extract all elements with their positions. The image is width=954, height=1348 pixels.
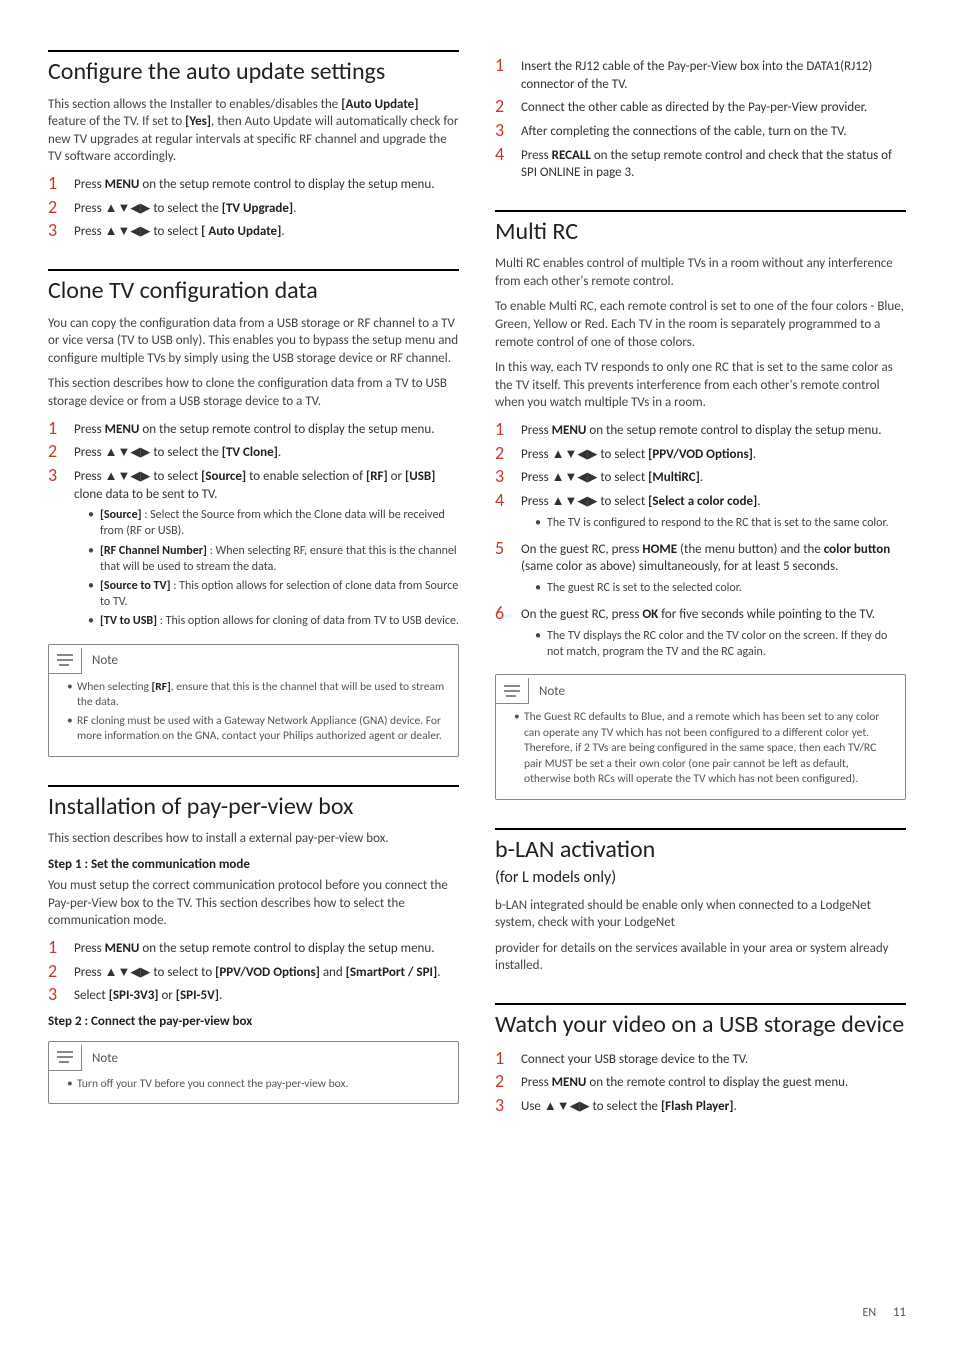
paragraph: You must setup the correct communication…: [48, 877, 459, 930]
step-text: Use ▲▼◀▶ to select the [Flash Player].: [521, 1096, 906, 1116]
paragraph: In this way, each TV responds to only on…: [495, 359, 906, 412]
section-blan: b-LAN activation (for L models only) b-L…: [495, 828, 906, 975]
step-number: 5: [495, 539, 511, 559]
step-number: 3: [495, 121, 511, 141]
step-number: 3: [48, 985, 64, 1005]
heading-auto-update: Configure the auto update settings: [48, 58, 459, 86]
step-number: 3: [495, 1096, 511, 1116]
paragraph: To enable Multi RC, each remote control …: [495, 298, 906, 351]
intro-auto-update: This section allows the Installer to ena…: [48, 96, 459, 166]
step-number: 2: [48, 198, 64, 218]
section-clone-tv: Clone TV configuration data You can copy…: [48, 269, 459, 756]
step-number: 2: [495, 1072, 511, 1092]
step-number: 2: [48, 442, 64, 462]
step-number: 3: [495, 467, 511, 487]
step-text: Press ▲▼◀▶ to select the [TV Upgrade].: [74, 198, 459, 218]
heading-blan: b-LAN activation: [495, 836, 906, 864]
step-text: Press MENU on the setup remote control t…: [74, 419, 459, 439]
step-number: 2: [495, 444, 511, 464]
step-text: Press RECALL on the setup remote control…: [521, 145, 906, 182]
section-multi-rc: Multi RC Multi RC enables control of mul…: [495, 210, 906, 800]
step-number: 1: [48, 419, 64, 439]
paragraph: b-LAN integrated should be enable only w…: [495, 897, 906, 932]
step-text: Press ▲▼◀▶ to select [Source] to enable …: [74, 466, 459, 633]
step-text: Press ▲▼◀▶ to select [MultiRC].: [521, 467, 906, 487]
note-item: When selecting [RF], ensure that this is…: [67, 680, 448, 711]
heading-clone-tv: Clone TV configuration data: [48, 277, 459, 305]
step-text: Press MENU on the setup remote control t…: [74, 174, 459, 194]
paragraph: This section describes how to install a …: [48, 830, 459, 848]
step-text: Press MENU on the remote control to disp…: [521, 1072, 906, 1092]
subtitle-blan: (for L models only): [495, 867, 906, 889]
bullet: The TV displays the RC color and the TV …: [535, 628, 906, 660]
step-text: Press ▲▼◀▶ to select [PPV/VOD Options].: [521, 444, 906, 464]
heading-multi-rc: Multi RC: [495, 218, 906, 246]
step-text: Press MENU on the setup remote control t…: [521, 420, 906, 440]
step-number: 3: [48, 221, 64, 241]
step-number: 4: [495, 491, 511, 511]
bullet: [Source to TV] : This option allows for …: [88, 578, 459, 610]
note-box: Note The Guest RC defaults to Blue, and …: [495, 674, 906, 800]
step-number: 1: [495, 1049, 511, 1069]
footer-page: 11: [893, 1305, 906, 1320]
step1-heading: Step 1 : Set the communication mode: [48, 856, 459, 874]
section-ppv-install: Installation of pay-per-view box This se…: [48, 785, 459, 1105]
bullet: [Source] : Select the Source from which …: [88, 507, 459, 539]
step-number: 1: [495, 420, 511, 440]
bullet: The TV is configured to respond to the R…: [535, 515, 906, 531]
step-text: Select [SPI-3V3] or [SPI-5V].: [74, 985, 459, 1005]
paragraph: This section describes how to clone the …: [48, 375, 459, 410]
section-ppv-connect-steps: 1 Insert the RJ12 cable of the Pay-per-Vi…: [495, 56, 906, 182]
paragraph: provider for details on the services ava…: [495, 940, 906, 975]
note-item: Turn off your TV before you connect the …: [67, 1077, 448, 1093]
paragraph: Multi RC enables control of multiple TVs…: [495, 255, 906, 290]
step-text: Connect your USB storage device to the T…: [521, 1049, 906, 1069]
note-label: Note: [539, 683, 565, 701]
step-number: 2: [48, 962, 64, 982]
step-number: 1: [48, 938, 64, 958]
step-text: Press ▲▼◀▶ to select to [PPV/VOD Options…: [74, 962, 459, 982]
step-number: 4: [495, 145, 511, 165]
section-auto-update: Configure the auto update settings This …: [48, 50, 459, 241]
note-icon: [48, 648, 82, 674]
bullet: [TV to USB] : This option allows for clo…: [88, 613, 459, 629]
note-item: RF cloning must be used with a Gateway N…: [67, 714, 448, 745]
section-usb-video: Watch your video on a USB storage device…: [495, 1003, 906, 1116]
step-text: On the guest RC, press HOME (the menu bu…: [521, 539, 906, 600]
step-text: Connect the other cable as directed by t…: [521, 97, 906, 117]
step-number: 1: [495, 56, 511, 76]
step-text: Press ▲▼◀▶ to select the [TV Clone].: [74, 442, 459, 462]
step2-heading: Step 2 : Connect the pay-per-view box: [48, 1013, 459, 1031]
note-icon: [48, 1045, 82, 1071]
paragraph: You can copy the configuration data from…: [48, 315, 459, 368]
note-label: Note: [92, 1050, 118, 1068]
step-text: Press ▲▼◀▶ to select [Select a color cod…: [521, 491, 906, 535]
step-text: After completing the connections of the …: [521, 121, 906, 141]
step-number: 2: [495, 97, 511, 117]
note-item: The Guest RC defaults to Blue, and a rem…: [514, 710, 895, 788]
step-number: 6: [495, 604, 511, 624]
heading-ppv-install: Installation of pay-per-view box: [48, 793, 459, 821]
step-number: 3: [48, 466, 64, 486]
step-number: 1: [48, 174, 64, 194]
page-footer: EN 11: [862, 1304, 906, 1322]
note-box: Note Turn off your TV before you connect…: [48, 1041, 459, 1105]
step-text: Press MENU on the setup remote control t…: [74, 938, 459, 958]
note-icon: [495, 678, 529, 704]
step-text: On the guest RC, press OK for five secon…: [521, 604, 906, 664]
heading-usb-video: Watch your video on a USB storage device: [495, 1011, 906, 1039]
step-text: Insert the RJ12 cable of the Pay-per-Vie…: [521, 56, 906, 93]
footer-lang: EN: [862, 1306, 876, 1320]
note-box: Note When selecting [RF], ensure that th…: [48, 644, 459, 757]
note-label: Note: [92, 652, 118, 670]
bullet: [RF Channel Number] : When selecting RF,…: [88, 543, 459, 575]
bullet: The guest RC is set to the selected colo…: [535, 580, 906, 596]
step-text: Press ▲▼◀▶ to select [ Auto Update].: [74, 221, 459, 241]
